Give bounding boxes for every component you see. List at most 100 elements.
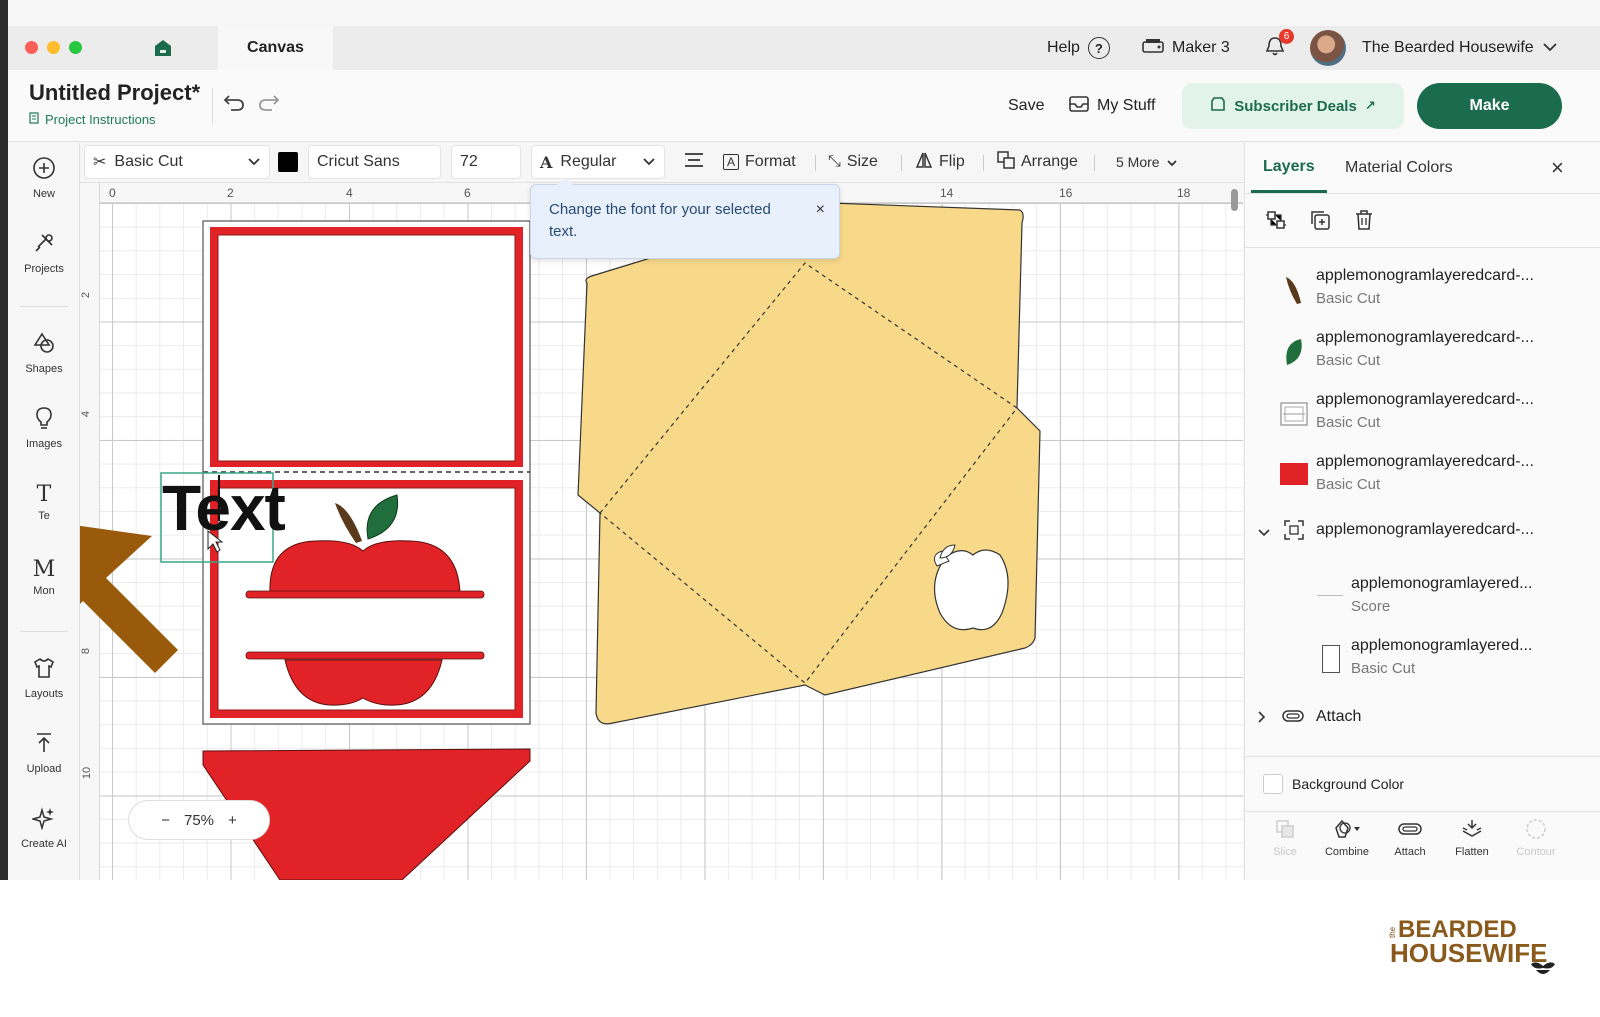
- tool-shapes[interactable]: Shapes: [8, 318, 80, 388]
- external-link-icon: ↗: [1364, 98, 1376, 113]
- layer-operation: Basic Cut: [1351, 660, 1416, 677]
- chevron-down-icon[interactable]: [1257, 525, 1271, 543]
- chevron-right-icon[interactable]: [1257, 710, 1267, 729]
- action-label: Combine: [1324, 846, 1370, 858]
- flatten-icon: [1462, 820, 1482, 837]
- monogram-icon: M: [32, 557, 56, 582]
- more-label: 5 More: [1116, 154, 1160, 170]
- divider: [815, 155, 816, 171]
- tool-layouts[interactable]: Layouts: [8, 643, 80, 713]
- tool-projects[interactable]: Projects: [8, 218, 80, 288]
- zoom-out-button[interactable]: −: [161, 812, 170, 829]
- project-instructions-link[interactable]: Project Instructions: [29, 112, 156, 127]
- my-stuff-button[interactable]: My Stuff: [1069, 70, 1155, 142]
- apple-bottom[interactable]: [284, 659, 443, 706]
- format-icon: A: [723, 154, 740, 170]
- user-name: The Bearded Housewife: [1362, 39, 1534, 56]
- envelope[interactable]: [577, 202, 1041, 725]
- layer-row[interactable]: applemonogramlayeredcard-... Basic Cut: [1245, 389, 1600, 451]
- tool-label: Upload: [26, 763, 62, 775]
- text-icon: T: [36, 482, 52, 507]
- redo-icon[interactable]: [258, 92, 280, 118]
- attach-button[interactable]: Attach: [1379, 818, 1441, 858]
- font-select[interactable]: Cricut Sans: [308, 145, 441, 179]
- color-swatch[interactable]: [278, 152, 298, 172]
- tool-images[interactable]: Images: [8, 393, 80, 463]
- make-button[interactable]: Make: [1417, 83, 1562, 129]
- notifications-button[interactable]: 6: [1264, 26, 1294, 70]
- project-title[interactable]: Untitled Project*: [29, 80, 200, 106]
- apple-split-bar[interactable]: [245, 590, 485, 599]
- font-style-select[interactable]: A Regular: [531, 145, 665, 179]
- maximize-window-button[interactable]: [69, 41, 82, 54]
- layer-row[interactable]: applemonogramlayered... Basic Cut: [1245, 635, 1600, 697]
- alignment-button[interactable]: [683, 143, 705, 181]
- machine-selector[interactable]: Maker 3: [1142, 26, 1230, 70]
- lightbulb-icon: [32, 406, 56, 434]
- layer-row[interactable]: applemonogramlayeredcard-... Basic Cut: [1245, 327, 1600, 389]
- more-button[interactable]: 5 More: [1116, 143, 1178, 181]
- flip-button[interactable]: Flip: [915, 143, 965, 181]
- close-window-button[interactable]: [25, 41, 38, 54]
- bearded-housewife-logo: the BEARDED HOUSEWIFE: [1388, 916, 1558, 976]
- tool-text[interactable]: T Te: [8, 468, 80, 538]
- duplicate-icon[interactable]: [1309, 209, 1331, 236]
- text-object[interactable]: Text: [162, 471, 286, 545]
- attach-group-row[interactable]: Attach: [1245, 707, 1600, 743]
- machine-icon: [1142, 38, 1164, 59]
- zoom-in-button[interactable]: +: [228, 812, 237, 829]
- home-icon[interactable]: [154, 39, 172, 62]
- font-size-input[interactable]: 72: [451, 145, 521, 179]
- layer-row[interactable]: applemonogramlayeredcard-... Basic Cut: [1245, 451, 1600, 513]
- font-tooltip: Change the font for your selected text. …: [530, 177, 840, 259]
- screen: Canvas Help ? Maker 3 6 The Bearded Hous…: [0, 0, 1600, 1017]
- layer-operation: Basic Cut: [1316, 476, 1381, 493]
- attach-icon: [1281, 708, 1305, 729]
- group-icon[interactable]: [1265, 209, 1287, 236]
- background-color-swatch[interactable]: [1263, 774, 1283, 794]
- tool-new[interactable]: New: [8, 143, 80, 213]
- card-thumbnail-icon: [1280, 402, 1308, 426]
- layer-row[interactable]: applemonogramlayeredcard-... Basic Cut: [1245, 265, 1600, 327]
- size-button[interactable]: ⤡ Size: [828, 143, 878, 181]
- layer-name: applemonogramlayered...: [1351, 575, 1533, 592]
- arrange-button[interactable]: Arrange: [997, 143, 1078, 181]
- tool-create-ai[interactable]: Create AI: [8, 793, 80, 863]
- tool-monogram[interactable]: M Mon: [8, 543, 80, 613]
- layer-group-row[interactable]: applemonogramlayeredcard-...: [1245, 519, 1600, 555]
- slice-button[interactable]: Slice: [1254, 818, 1316, 858]
- account-menu[interactable]: The Bearded Housewife: [1310, 26, 1558, 70]
- contour-button[interactable]: Contour: [1505, 818, 1567, 858]
- layer-name: Attach: [1316, 708, 1362, 725]
- layer-row[interactable]: applemonogramlayered... Score: [1245, 573, 1600, 635]
- trash-icon[interactable]: [1353, 209, 1375, 236]
- operation-select[interactable]: ✂ Basic Cut: [84, 145, 270, 179]
- combine-button[interactable]: Combine: [1316, 818, 1378, 858]
- tool-label: Mon: [33, 585, 55, 597]
- tool-upload[interactable]: Upload: [8, 718, 80, 788]
- tool-label: New: [32, 188, 55, 200]
- design-canvas[interactable]: 0 2 4 6 14 16 18 2 4 8 10 Text: [80, 183, 1243, 880]
- tooltip-close-icon[interactable]: ×: [816, 199, 825, 221]
- close-panel-icon[interactable]: ×: [1551, 143, 1564, 193]
- save-button[interactable]: Save: [1008, 70, 1044, 142]
- apple-split-bar[interactable]: [245, 651, 485, 660]
- divider: [983, 155, 984, 171]
- undo-icon[interactable]: [223, 92, 245, 118]
- edit-toolbar: ✂ Basic Cut Cricut Sans 72 A Regular A F…: [80, 143, 1244, 183]
- tab-material-colors[interactable]: Material Colors: [1345, 143, 1453, 193]
- tab-layers[interactable]: Layers: [1251, 143, 1327, 193]
- flatten-button[interactable]: Flatten: [1441, 818, 1503, 858]
- help-button[interactable]: Help ?: [1047, 26, 1110, 70]
- arrange-label: Arrange: [1021, 153, 1078, 170]
- minimize-window-button[interactable]: [47, 41, 60, 54]
- layer-name: applemonogramlayeredcard-...: [1316, 521, 1534, 538]
- format-button[interactable]: A Format: [723, 143, 796, 181]
- divider: [1094, 155, 1095, 171]
- inbox-icon: [1069, 95, 1089, 118]
- subscriber-deals-button[interactable]: Subscriber Deals ↗: [1182, 83, 1404, 129]
- plus-circle-icon: [32, 156, 56, 184]
- action-label: Slice: [1273, 846, 1297, 858]
- layer-operation: Score: [1351, 598, 1391, 615]
- tab-canvas[interactable]: Canvas: [218, 26, 333, 70]
